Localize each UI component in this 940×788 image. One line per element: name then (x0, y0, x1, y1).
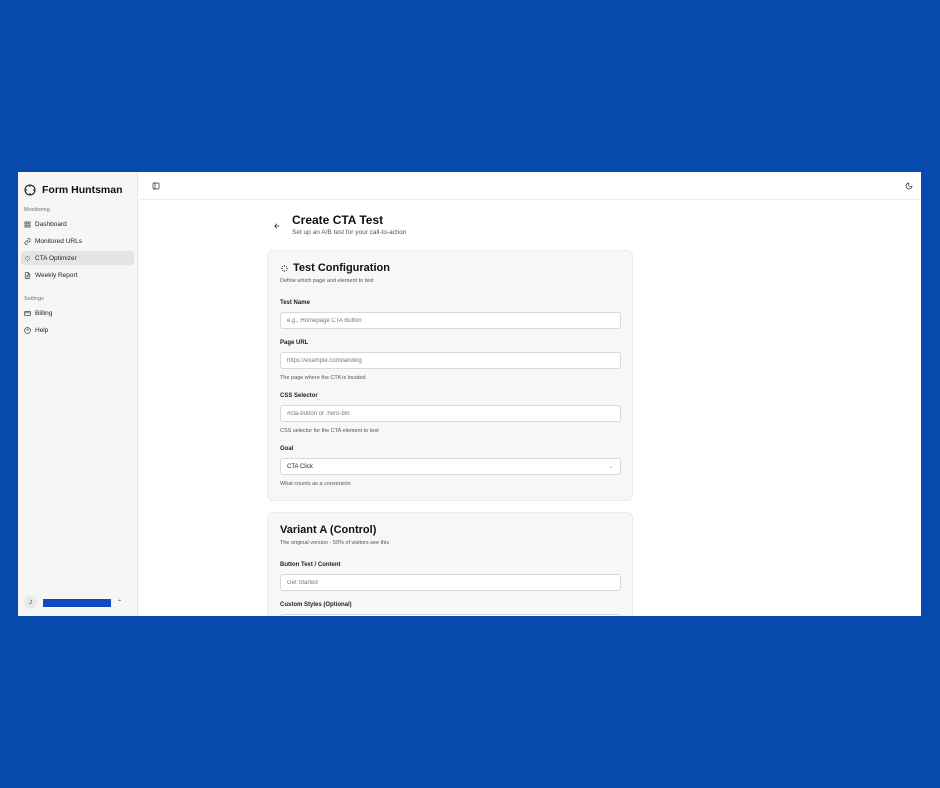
css-selector-input[interactable] (280, 405, 621, 422)
card-description: The original version - 50% of visitors s… (280, 540, 390, 546)
section-label-settings: Settings (24, 296, 44, 302)
brand-name: Form Huntsman (42, 183, 123, 196)
variant-a-card: Variant A (Control) The original version… (267, 512, 633, 616)
redacted-user-name (43, 598, 111, 607)
page-subtitle: Set up an A/B test for your call-to-acti… (292, 229, 407, 236)
brand[interactable]: Form Huntsman (18, 172, 137, 200)
card-description: Define which page and element to test (280, 278, 374, 284)
button-text-label: Button Text / Content (280, 562, 341, 568)
goal-help: What counts as a conversion (280, 481, 351, 487)
sparkle-icon (24, 255, 31, 261)
main-content: Create CTA Test Set up an A/B test for y… (139, 201, 921, 616)
css-selector-label: CSS Selector (280, 393, 318, 399)
back-arrow-icon[interactable] (273, 222, 281, 230)
section-label-monitoring: Monitoring (24, 207, 50, 213)
goal-label: Goal (280, 446, 294, 452)
page-url-label: Page URL (280, 340, 309, 346)
sidebar-item-dashboard[interactable]: Dashboard (21, 217, 134, 231)
sidebar-item-label: Monitored URLs (35, 237, 82, 245)
test-name-input[interactable] (280, 312, 621, 329)
sidebar-item-monitored-urls[interactable]: Monitored URLs (21, 234, 134, 248)
custom-styles-label: Custom Styles (Optional) (280, 602, 352, 608)
card-title: Variant A (Control) (280, 524, 377, 536)
chevron-down-icon (609, 465, 613, 468)
custom-styles-input[interactable] (280, 614, 621, 616)
css-selector-help: CSS selector for the CTA element to test (280, 428, 379, 434)
sparkle-icon (281, 264, 288, 272)
topbar (139, 172, 921, 200)
sidebar: Form Huntsman Monitoring Dashboard Monit… (18, 172, 138, 616)
sidebar-item-label: Help (35, 326, 49, 334)
grid-icon (24, 221, 31, 227)
avatar: J (24, 596, 37, 609)
page-url-input[interactable] (280, 352, 621, 369)
logo-icon (24, 184, 36, 195)
help-circle-icon (24, 326, 31, 334)
sidebar-item-billing[interactable]: Billing (21, 306, 134, 320)
sidebar-item-cta-optimizer[interactable]: CTA Optimizer (21, 251, 134, 265)
app-window: Form Huntsman Monitoring Dashboard Monit… (18, 172, 921, 616)
sidebar-item-label: CTA Optimizer (35, 254, 77, 262)
sidebar-item-label: Weekly Report (35, 271, 78, 279)
button-text-input[interactable] (280, 574, 621, 591)
sidebar-item-label: Dashboard (35, 220, 67, 228)
link-icon (24, 237, 31, 245)
file-icon (24, 271, 31, 279)
card-title-text: Test Configuration (293, 262, 390, 274)
page-url-help: The page where the CTA is located (280, 375, 366, 381)
goal-select[interactable]: CTA Click (280, 458, 621, 475)
goal-select-value: CTA Click (287, 463, 313, 470)
test-name-label: Test Name (280, 300, 310, 306)
theme-toggle-icon[interactable] (905, 182, 913, 190)
card-title: Test Configuration (280, 262, 390, 274)
chevron-up-icon: ⌃ (117, 600, 123, 606)
user-menu[interactable]: J ⌃ (24, 596, 122, 609)
test-configuration-card: Test Configuration Define which page and… (267, 250, 633, 501)
credit-card-icon (24, 310, 31, 316)
page-title: Create CTA Test (292, 213, 384, 227)
sidebar-item-label: Billing (35, 309, 53, 317)
sidebar-toggle-icon[interactable] (152, 182, 160, 190)
sidebar-item-weekly-report[interactable]: Weekly Report (21, 268, 134, 282)
sidebar-item-help[interactable]: Help (21, 323, 134, 337)
